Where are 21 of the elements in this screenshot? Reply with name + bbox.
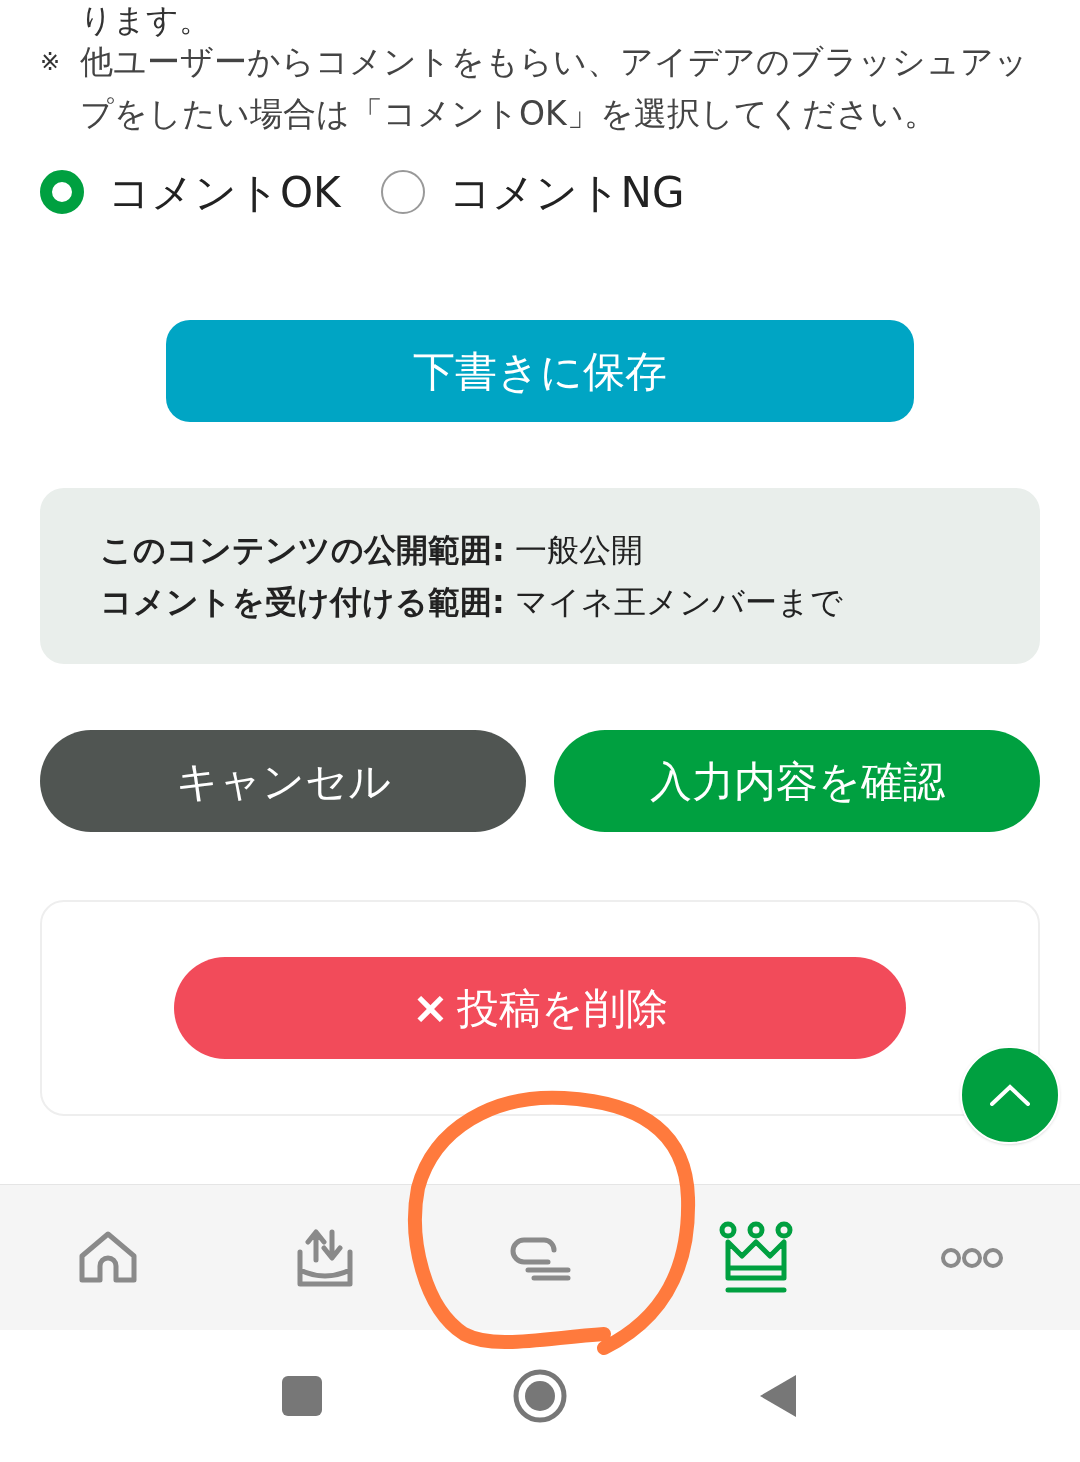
info-value: マイネ王メンバーまで: [514, 582, 843, 623]
home-circle-icon[interactable]: [512, 1368, 568, 1424]
close-icon: ×: [412, 975, 449, 1041]
crown-icon: [718, 1219, 794, 1296]
recents-icon[interactable]: [282, 1376, 322, 1416]
info-label: このコンテンツの公開範囲:: [100, 530, 505, 571]
note-mark: ※: [40, 47, 62, 78]
radio-label: コメントNG: [448, 166, 685, 219]
radio-button[interactable]: [380, 170, 425, 214]
radio-label: コメントOK: [108, 166, 341, 219]
chevron-up-icon: [990, 1084, 1030, 1106]
note-text: ります。: [79, 0, 212, 40]
info-value: 一般公開: [514, 530, 643, 571]
confirm-button[interactable]: 入力内容を確認: [554, 730, 1040, 832]
note-text: 他ユーザーからコメントをもらい、アイデアのブラッシュアップをしたい場合は「コメントOK」を選択してください。: [80, 41, 1029, 135]
radio-button[interactable]: [40, 170, 84, 214]
delete-post-button[interactable]: × 投稿を削除: [174, 957, 906, 1059]
back-icon[interactable]: [758, 1373, 798, 1419]
save-draft-button[interactable]: 下書きに保存: [166, 320, 914, 422]
cancel-button[interactable]: キャンセル: [40, 730, 526, 832]
info-label: コメントを受け付ける範囲:: [100, 582, 505, 623]
